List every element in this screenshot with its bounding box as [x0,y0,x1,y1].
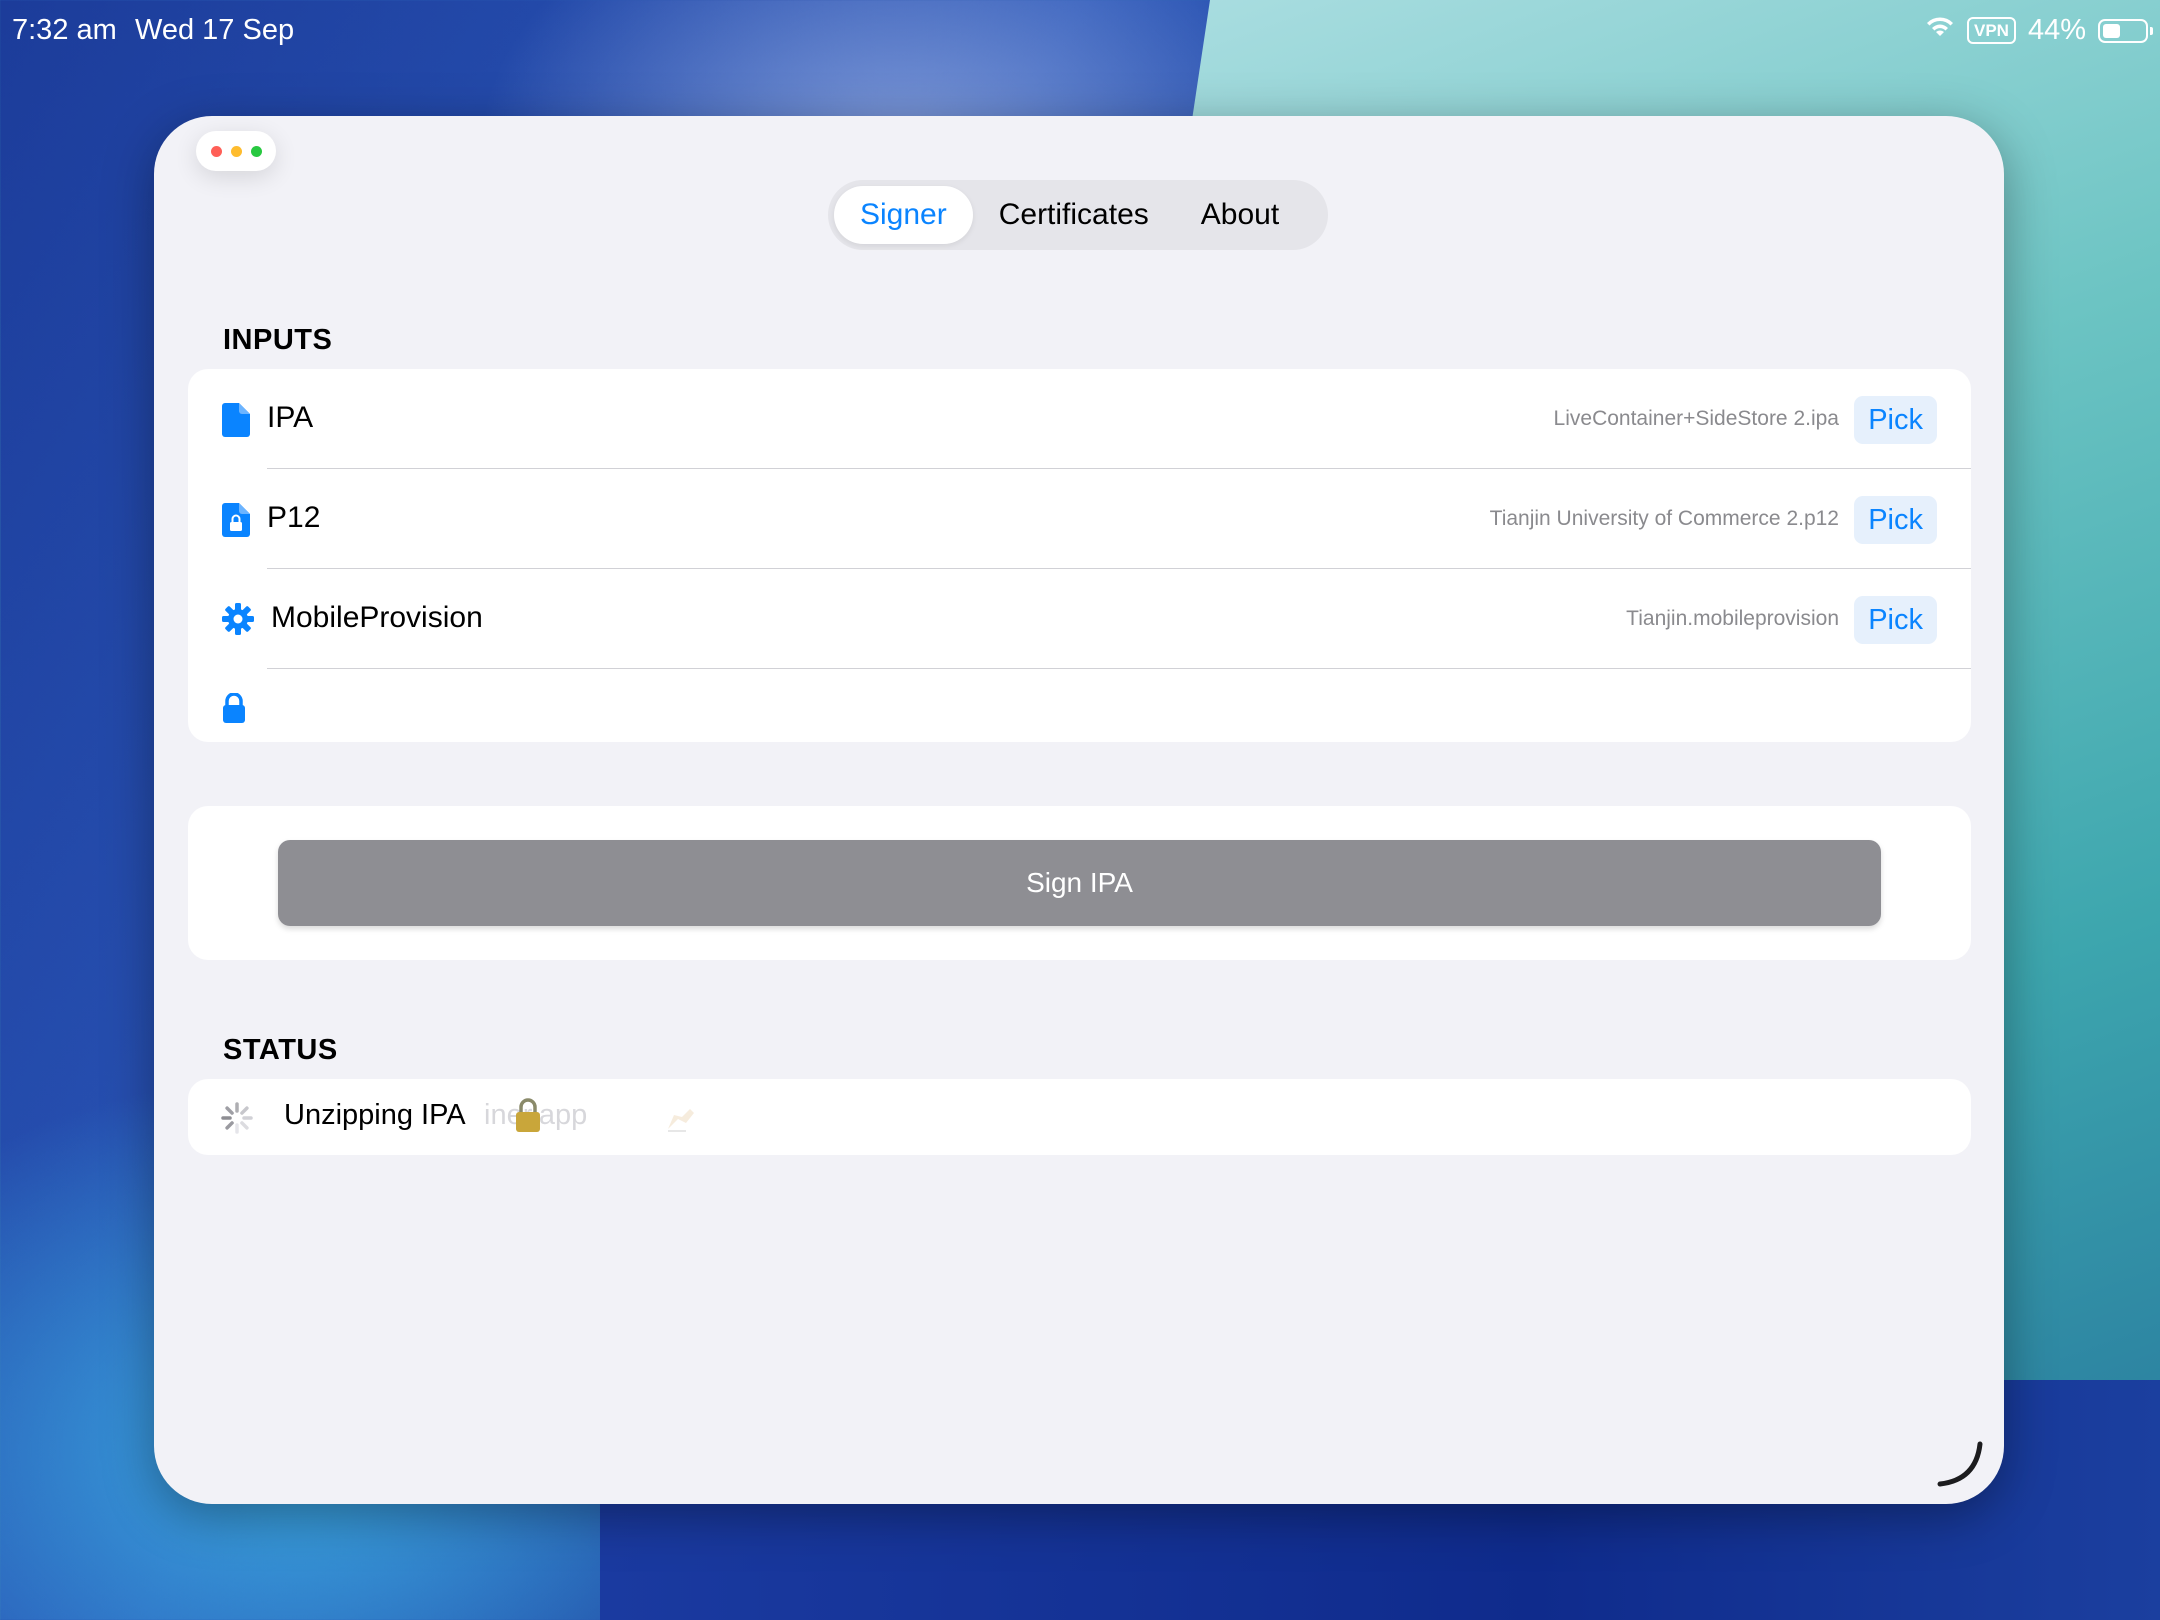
pick-p12-button[interactable]: Pick [1854,496,1937,544]
battery-fill [2103,23,2120,38]
zoom-dot-icon[interactable] [250,145,262,157]
wifi-icon [1925,14,1955,47]
lock-icon [222,692,246,723]
inputs-card: IPA LiveContainer+SideStore 2.ipa Pick P… [188,369,1971,742]
document-lock-icon [222,503,250,537]
status-time: 7:32 am [12,14,117,46]
window-controls[interactable] [196,131,276,171]
tab-certificates[interactable]: Certificates [973,186,1175,244]
pick-mobileprovision-button[interactable]: Pick [1854,596,1937,644]
p12-label: P12 [267,501,321,534]
status-date: Wed 17 Sep [135,14,295,46]
mobileprovision-filename: Tianjin.mobileprovision [1626,607,1839,630]
lock-emoji-icon [514,1097,542,1133]
ipa-label: IPA [267,401,314,434]
mobileprovision-label: MobileProvision [271,601,483,634]
battery-percent: 44% [2027,14,2086,46]
ipa-filename: LiveContainer+SideStore 2.ipa [1553,407,1839,430]
ipa-row: IPA LiveContainer+SideStore 2.ipa Pick [188,369,1971,469]
gear-icon [222,603,254,635]
p12-filename: Tianjin University of Commerce 2.p12 [1489,507,1839,530]
tab-about[interactable]: About [1175,186,1305,244]
status-indicators: VPN 44% [1925,14,2153,47]
password-row[interactable] [188,669,1971,742]
pick-ipa-button[interactable]: Pick [1854,396,1937,444]
vpn-badge: VPN [1966,17,2016,44]
resize-handle-icon[interactable] [1936,1440,1984,1488]
status-bar: 7:32 am Wed 17 Sep VPN 44% [0,0,2160,64]
writing-hand-icon [664,1099,698,1133]
document-icon [222,403,250,437]
tab-signer[interactable]: Signer [834,186,973,244]
inputs-section-header: INPUTS [223,324,333,356]
minimize-dot-icon[interactable] [230,145,242,157]
status-section-header: STATUS [223,1034,338,1066]
tab-segmented-control: Signer Certificates About [828,180,1328,250]
app-window: Signer Certificates About INPUTS IPA Liv… [154,116,2004,1504]
spinner-icon [220,1101,254,1135]
battery-icon [2098,18,2153,43]
status-message: Unzipping IPA [284,1099,466,1131]
close-dot-icon[interactable] [210,145,222,157]
sign-card: Sign IPA [188,806,1971,960]
mobileprovision-row: MobileProvision Tianjin.mobileprovision … [188,569,1971,669]
sign-ipa-button[interactable]: Sign IPA [278,840,1881,926]
p12-row: P12 Tianjin University of Commerce 2.p12… [188,469,1971,569]
status-card: iner.app Unzipping IPA [188,1079,1971,1155]
